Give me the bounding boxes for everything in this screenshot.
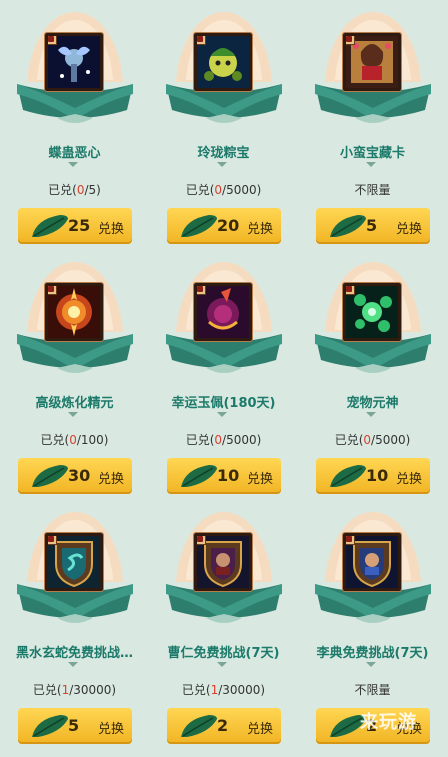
redeem-label: 兑换 — [98, 722, 125, 737]
refine-essence-icon[interactable] — [44, 282, 104, 342]
item-name: 玲珑粽宝 — [197, 146, 250, 161]
redeem-label: 兑换 — [396, 222, 423, 237]
zongzi-pet-icon[interactable] — [193, 32, 253, 92]
redeem-button[interactable]: 2 兑换 — [167, 708, 281, 744]
pointer-arrow-icon — [366, 662, 376, 667]
reward-card: 宠物元神 已兑(0/5000) 10 兑换 — [298, 250, 447, 500]
redeem-count: 已兑(0/5000) — [334, 433, 411, 447]
jade-pendant-icon[interactable] — [193, 282, 253, 342]
exchange-grid: 蝶蛊恶心 已兑(0/5) 25 兑换 玲珑粽宝 已兑(0/5000) 20 兑换… — [0, 0, 448, 757]
redeem-button[interactable]: 30 兑换 — [18, 458, 132, 494]
item-name: 宠物元神 — [346, 396, 399, 411]
treasure-card-icon[interactable] — [342, 32, 402, 92]
reward-card: 玲珑粽宝 已兑(0/5000) 20 兑换 — [149, 0, 298, 250]
redeem-button[interactable]: 10 兑换 — [316, 458, 430, 494]
cost-value: 5 — [68, 716, 80, 735]
redeem-label: 兑换 — [247, 722, 274, 737]
redeem-count: 已兑(0/5000) — [185, 433, 262, 447]
zongzi-leaf-icon — [32, 715, 68, 737]
item-name: 蝶蛊恶心 — [48, 146, 101, 161]
redeem-count: 已兑(1/30000) — [181, 683, 266, 697]
redeem-button[interactable]: 20 兑换 — [167, 208, 281, 244]
zongzi-leaf-icon — [181, 715, 217, 737]
redeem-button[interactable]: 5 兑换 — [18, 708, 132, 744]
redeem-label: 兑换 — [98, 222, 125, 237]
zongzi-leaf-icon — [181, 465, 217, 487]
pointer-arrow-icon — [366, 412, 376, 417]
lock-badge-icon — [346, 286, 355, 295]
lock-badge-icon — [197, 536, 206, 545]
pointer-arrow-icon — [217, 662, 227, 667]
item-name: 高级炼化精元 — [35, 396, 114, 411]
black-serpent-shield-icon[interactable] — [44, 532, 104, 592]
redeem-label: 兑换 — [98, 472, 125, 487]
item-name: 小蛮宝藏卡 — [339, 146, 405, 161]
lock-badge-icon — [346, 536, 355, 545]
cost-value: 30 — [68, 466, 91, 485]
item-name: 曹仁免费挑战(7天) — [167, 646, 280, 661]
cost-value: 5 — [366, 216, 378, 235]
reward-card: 幸运玉佩(180天) 已兑(0/5000) 10 兑换 — [149, 250, 298, 500]
zongzi-leaf-icon — [330, 465, 366, 487]
reward-card: 小蛮宝藏卡 不限量 5 兑换 — [298, 0, 447, 250]
pet-spirit-icon[interactable] — [342, 282, 402, 342]
redeem-button[interactable]: 5 兑换 — [316, 208, 430, 244]
redeem-count: 不限量 — [354, 683, 391, 697]
zongzi-leaf-icon — [32, 465, 68, 487]
cao-ren-shield-icon[interactable] — [193, 532, 253, 592]
item-name: 李典免费挑战(7天) — [316, 646, 429, 661]
redeem-button[interactable]: 10 兑换 — [167, 458, 281, 494]
cost-value: 10 — [366, 466, 389, 485]
pointer-arrow-icon — [68, 412, 78, 417]
lock-badge-icon — [48, 36, 57, 45]
cost-value: 25 — [68, 216, 91, 235]
item-name: 黑水玄蛇免费挑战… — [15, 646, 133, 661]
reward-card: 黑水玄蛇免费挑战… 已兑(1/30000) 5 兑换 — [0, 500, 149, 750]
redeem-label: 兑换 — [247, 472, 274, 487]
redeem-count: 已兑(1/30000) — [32, 683, 117, 697]
lock-badge-icon — [197, 36, 206, 45]
redeem-count: 不限量 — [354, 183, 391, 197]
reward-card: 高级炼化精元 已兑(0/100) 30 兑换 — [0, 250, 149, 500]
cost-value: 10 — [217, 466, 240, 485]
redeem-label: 兑换 — [247, 222, 274, 237]
zongzi-leaf-icon — [181, 215, 217, 237]
pointer-arrow-icon — [217, 162, 227, 167]
zongzi-leaf-icon — [32, 215, 68, 237]
lock-badge-icon — [197, 286, 206, 295]
watermark: 来玩游 — [360, 712, 417, 733]
pointer-arrow-icon — [366, 162, 376, 167]
zongzi-leaf-icon — [330, 215, 366, 237]
cost-value: 2 — [217, 716, 229, 735]
redeem-count: 已兑(0/100) — [40, 433, 109, 447]
lock-badge-icon — [48, 536, 57, 545]
li-dian-shield-icon[interactable] — [342, 532, 402, 592]
lock-badge-icon — [346, 36, 355, 45]
redeem-count: 已兑(0/5000) — [185, 183, 262, 197]
pointer-arrow-icon — [68, 162, 78, 167]
redeem-button[interactable]: 25 兑换 — [18, 208, 132, 244]
redeem-label: 兑换 — [396, 472, 423, 487]
pointer-arrow-icon — [217, 412, 227, 417]
redeem-count: 已兑(0/5) — [48, 183, 101, 197]
pointer-arrow-icon — [68, 662, 78, 667]
butterfly-gu-icon[interactable] — [44, 32, 104, 92]
reward-card: 曹仁免费挑战(7天) 已兑(1/30000) 2 兑换 — [149, 500, 298, 750]
lock-badge-icon — [48, 286, 57, 295]
item-name: 幸运玉佩(180天) — [171, 396, 276, 411]
reward-card: 蝶蛊恶心 已兑(0/5) 25 兑换 — [0, 0, 149, 250]
cost-value: 20 — [217, 216, 240, 235]
